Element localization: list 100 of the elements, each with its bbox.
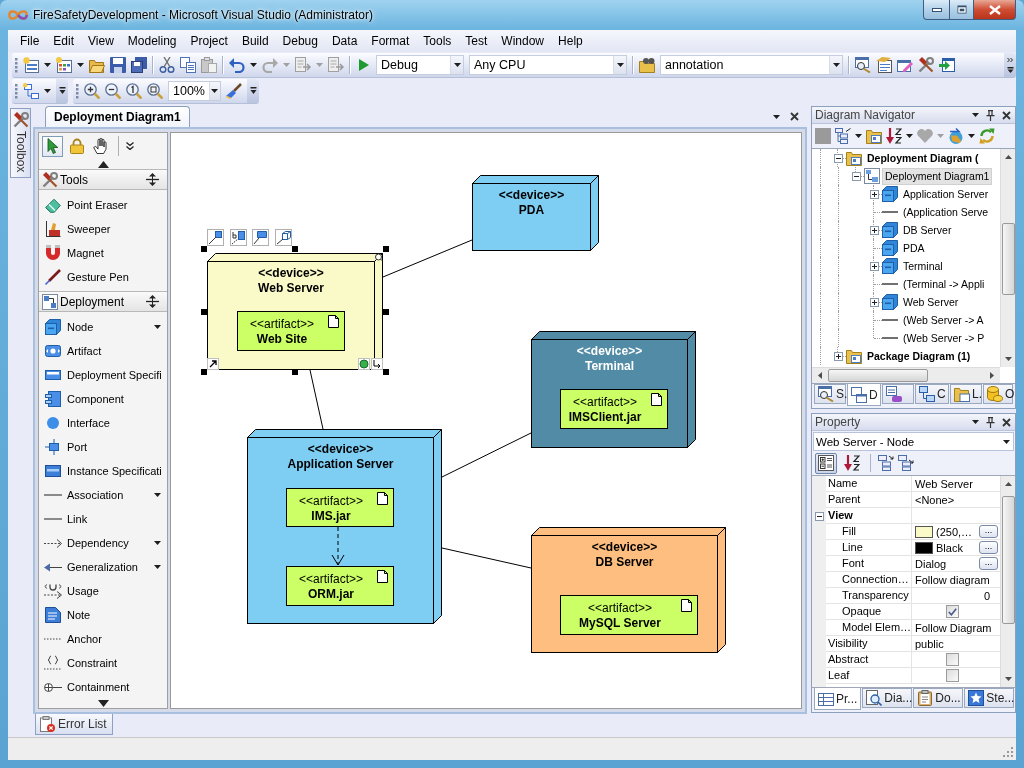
tree-item[interactable]: DB Server xyxy=(900,221,955,239)
copy-icon[interactable] xyxy=(180,56,196,73)
tree-item[interactable]: (Application Serve xyxy=(900,203,992,221)
resize-handle[interactable] xyxy=(292,369,298,375)
toolbox-item[interactable]: Note xyxy=(39,603,167,627)
panel-tab[interactable]: C xyxy=(915,384,949,404)
double-chevron-icon[interactable] xyxy=(126,142,134,150)
add-item-icon[interactable] xyxy=(56,56,72,73)
tree-item[interactable]: PDA xyxy=(900,239,928,257)
play-icon[interactable] xyxy=(359,58,369,71)
toolbox-item[interactable]: Deployment Specifi xyxy=(39,363,167,387)
resize-grip-icon[interactable] xyxy=(1003,747,1014,758)
toolbox-item[interactable]: Artifact xyxy=(39,339,167,363)
tree-item[interactable]: Deployment Diagram ( xyxy=(864,149,982,167)
scroll-thumb[interactable] xyxy=(1001,496,1015,624)
resize-handle[interactable] xyxy=(383,246,389,252)
caret-icon[interactable] xyxy=(906,134,913,138)
toolbox-group-header[interactable]: Tools xyxy=(39,169,167,190)
panel-tab[interactable]: O xyxy=(983,384,1013,404)
undo-icon[interactable] xyxy=(229,56,245,73)
connector-line[interactable] xyxy=(441,547,532,569)
diagram-icon[interactable] xyxy=(23,82,39,99)
dependency-arrow[interactable] xyxy=(331,526,345,566)
menu-item[interactable]: File xyxy=(13,31,47,51)
document-arrow-icon[interactable] xyxy=(328,56,344,73)
panel-tab[interactable]: Dia... xyxy=(862,688,913,708)
close-button[interactable] xyxy=(973,0,1016,20)
circle-badge-icon[interactable] xyxy=(358,358,370,370)
resize-handle[interactable] xyxy=(383,369,389,375)
alphabetical-button[interactable] xyxy=(841,452,863,474)
zoom-icon[interactable] xyxy=(375,253,383,262)
close-icon[interactable] xyxy=(1002,417,1011,427)
toolbox-item[interactable]: Magnet xyxy=(39,241,167,265)
expand-icon[interactable] xyxy=(869,261,879,271)
up-down-arrows-icon[interactable] xyxy=(146,295,159,308)
caret-icon[interactable] xyxy=(250,62,257,67)
toolbox-item[interactable]: Containment xyxy=(39,675,167,699)
categorized-button[interactable] xyxy=(815,452,837,474)
error-list-tab[interactable]: Error List xyxy=(35,714,113,735)
checkbox[interactable] xyxy=(946,653,959,666)
toolbox-group-header[interactable]: Deployment xyxy=(39,291,167,312)
checkbox[interactable] xyxy=(946,605,959,618)
panel-tab[interactable]: S. xyxy=(814,384,846,404)
toolbox-item[interactable]: Usage xyxy=(39,579,167,603)
collapse-icon[interactable] xyxy=(851,171,861,181)
panel-tab[interactable]: D xyxy=(847,384,881,406)
sort-icon[interactable] xyxy=(886,128,902,144)
tree-item[interactable]: (Terminal -> Appli xyxy=(900,275,988,293)
resize-handle[interactable] xyxy=(201,246,207,252)
resize-handle[interactable] xyxy=(201,309,207,315)
document-arrow-icon[interactable] xyxy=(295,56,311,73)
configuration-dropdown[interactable]: Debug xyxy=(376,54,464,75)
collapse-icon[interactable] xyxy=(833,153,843,163)
toolbox-item[interactable]: Dependency xyxy=(39,531,167,555)
caret-icon[interactable] xyxy=(44,88,51,93)
overflow-button[interactable] xyxy=(56,78,68,103)
tree-item[interactable]: Web Server xyxy=(900,293,962,311)
resize-handle[interactable] xyxy=(383,309,389,315)
menu-item[interactable]: Test xyxy=(458,31,495,51)
toolbox-item[interactable]: Constraint xyxy=(39,651,167,675)
expand-all-icon[interactable] xyxy=(878,455,894,471)
tree-item[interactable]: (Web Server -> A xyxy=(900,311,987,329)
connector-line[interactable] xyxy=(382,239,473,278)
connector-line[interactable] xyxy=(309,369,324,430)
toolbox-item[interactable]: Interface xyxy=(39,411,167,435)
zoom-actual-icon[interactable] xyxy=(126,82,142,99)
caret-icon[interactable] xyxy=(154,325,161,329)
tree-icon[interactable] xyxy=(835,128,851,144)
close-icon[interactable] xyxy=(1002,110,1011,120)
menu-item[interactable]: Format xyxy=(364,31,417,51)
grip-icon[interactable] xyxy=(15,82,18,99)
expand-icon[interactable] xyxy=(869,225,879,235)
toolbox-item[interactable]: Point Eraser xyxy=(39,193,167,217)
horizontal-scrollbar[interactable] xyxy=(812,367,1000,383)
hammer-wrench-icon[interactable] xyxy=(918,56,934,73)
document-tab[interactable]: Deployment Diagram1 xyxy=(45,106,190,127)
save-all-icon[interactable] xyxy=(131,56,147,73)
cut-icon[interactable] xyxy=(159,56,175,73)
document-link-icon[interactable] xyxy=(230,229,247,246)
connector-line[interactable] xyxy=(441,432,532,478)
toolbox-item[interactable]: Association xyxy=(39,483,167,507)
vertical-scrollbar[interactable] xyxy=(1000,476,1015,687)
zoom-out-icon[interactable] xyxy=(105,82,121,99)
artifact-box[interactable]: <<artifact>> IMS.jar xyxy=(286,488,394,527)
panel-tab[interactable]: L. xyxy=(950,384,982,404)
toolbox-item[interactable]: Anchor xyxy=(39,627,167,651)
close-icon[interactable] xyxy=(790,112,799,121)
menu-item[interactable]: Debug xyxy=(275,31,325,51)
caret-icon[interactable] xyxy=(968,134,975,138)
maximize-button[interactable] xyxy=(949,0,974,20)
return-arrow-icon[interactable] xyxy=(371,358,383,370)
artifact-box[interactable]: <<artifact>> IMSClient.jar xyxy=(560,389,668,429)
grip-icon[interactable] xyxy=(15,56,18,73)
panel-tab[interactable]: Ste... xyxy=(964,688,1015,708)
scroll-down-icon[interactable] xyxy=(97,699,109,707)
toolbox-tab[interactable]: Toolbox xyxy=(10,108,31,179)
pin-icon[interactable] xyxy=(986,109,995,121)
globe-icon[interactable] xyxy=(948,128,964,144)
toolbox-item[interactable]: Node xyxy=(39,315,167,339)
overflow-button[interactable] xyxy=(1004,52,1016,77)
